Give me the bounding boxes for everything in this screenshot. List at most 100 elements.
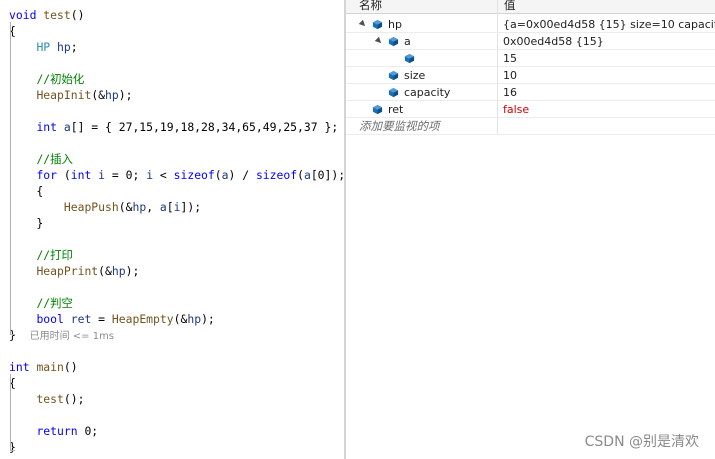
fold-guide-main-end [10, 450, 15, 451]
code-token: , [146, 200, 160, 214]
code-token: a [303, 168, 311, 182]
code-token: ; [70, 40, 78, 54]
code-token: //判空 [36, 296, 73, 310]
code-token: = 0; [105, 168, 147, 182]
code-token: HeapPrint [36, 264, 99, 278]
code-token: sizeof [255, 168, 298, 182]
watch-row[interactable]: hp {a=0x00ed4d58 {15} size=10 capacity=..… [346, 16, 715, 33]
code-token: test [36, 392, 64, 406]
code-token: hp [57, 40, 71, 54]
code-line[interactable]: //打印 [9, 247, 73, 263]
code-line[interactable]: { [9, 183, 43, 199]
code-token: HeapPush [63, 200, 119, 214]
code-token: } [9, 216, 44, 230]
code-token: ( [297, 168, 304, 182]
code-token: HeapInit [36, 88, 92, 102]
watch-row[interactable]: ret false [346, 101, 715, 118]
code-line[interactable]: HeapPush(&hp, a[i]); [9, 199, 201, 215]
expanded-triangle-icon[interactable] [374, 36, 384, 46]
watch-row[interactable]: a 0x00ed4d58 {15} [346, 33, 715, 50]
code-token: hp [111, 264, 126, 278]
watch-item-name: ret [388, 103, 404, 116]
watch-item-cube-icon [404, 53, 415, 64]
code-line[interactable]: //插入 [9, 151, 73, 167]
code-line[interactable]: //初始化 [9, 71, 84, 87]
watch-item-name: a [404, 35, 411, 48]
column-header-name[interactable]: 名称 [359, 0, 382, 14]
watch-item-value[interactable]: {a=0x00ed4d58 {15} size=10 capacity=... [503, 16, 715, 33]
watch-row[interactable]: size 10 [346, 67, 715, 84]
fold-guide-test-end [10, 334, 15, 335]
watch-row[interactable]: 15 [346, 50, 715, 67]
code-token: //初始化 [36, 72, 85, 86]
code-line[interactable]: HeapPrint(&hp); [9, 263, 139, 279]
code-token: a [159, 200, 167, 214]
watch-item-value[interactable]: 10 [503, 67, 715, 84]
code-token: (& [173, 312, 188, 326]
watch-row[interactable]: capacity 16 [346, 84, 715, 101]
code-token: (& [98, 264, 112, 278]
code-line[interactable]: } [9, 215, 43, 231]
code-line[interactable]: test(); [9, 391, 84, 407]
add-watch-row[interactable]: 添加要监视的项 [346, 118, 715, 135]
code-token: //打印 [36, 248, 73, 262]
code-line[interactable]: bool ret = HeapEmpty(&hp); [9, 311, 214, 327]
code-line[interactable]: void test() [9, 7, 84, 23]
code-line[interactable]: HeapInit(&hp); [9, 87, 132, 103]
watch-item-cube-icon [388, 70, 399, 81]
code-token: bool [36, 312, 64, 326]
code-token: [ [166, 200, 174, 214]
code-token: () [63, 360, 78, 374]
code-token: a [221, 168, 229, 182]
code-line[interactable]: int main() [9, 359, 78, 375]
watch-item-value[interactable]: 16 [503, 84, 715, 101]
code-line[interactable]: HP hp; [9, 39, 78, 55]
watch-item-name: capacity [404, 86, 451, 99]
code-token: < [153, 168, 174, 182]
watch-item-name: hp [388, 18, 402, 31]
code-token: 0; [77, 424, 99, 438]
code-editor[interactable]: void test(){ HP hp; //初始化 HeapInit(&hp);… [0, 0, 344, 459]
code-token: ); [118, 88, 133, 102]
code-token: HeapEmpty [111, 312, 174, 326]
code-token: return [36, 424, 78, 438]
code-token: int [36, 120, 58, 134]
column-header-value[interactable]: 值 [504, 0, 516, 14]
watch-header: 名称 值 [346, 0, 715, 14]
code-line[interactable]: return 0; [9, 423, 98, 439]
code-token: = [91, 312, 112, 326]
add-watch-placeholder[interactable]: 添加要监视的项 [359, 118, 440, 135]
code-token: i [98, 168, 106, 182]
code-token: test [43, 8, 71, 22]
watch-item-value[interactable]: 0x00ed4d58 {15} [503, 33, 715, 50]
code-line[interactable]: for (int i = 0; i < sizeof(a) / sizeof(a… [9, 167, 344, 183]
code-token: main [36, 360, 64, 374]
code-token: //插入 [36, 152, 73, 166]
fold-guide-main [10, 374, 11, 450]
code-line[interactable]: //判空 [9, 295, 73, 311]
expanded-triangle-icon[interactable] [358, 19, 368, 29]
watch-item-cube-icon [372, 104, 383, 115]
watch-item-value[interactable]: false [503, 101, 715, 118]
watch-item-cube-icon [372, 19, 383, 30]
code-token: ( [57, 168, 71, 182]
watch-window: 名称 值 hp {a=0x00ed4d58 {15} size=10 capaci… [346, 0, 715, 459]
code-token: hp [132, 200, 147, 214]
code-line[interactable]: } 已用时间 <= 1ms [9, 327, 114, 343]
code-line[interactable]: int a[] = { 27,15,19,18,28,34,65,49,25,3… [9, 119, 338, 135]
code-token: [] = { 27,15,19,18,28,34,65,49,25,37 }; [70, 120, 339, 134]
code-token: hp [187, 312, 202, 326]
watch-item-value[interactable]: 15 [503, 50, 715, 67]
code-token: a [63, 120, 71, 134]
